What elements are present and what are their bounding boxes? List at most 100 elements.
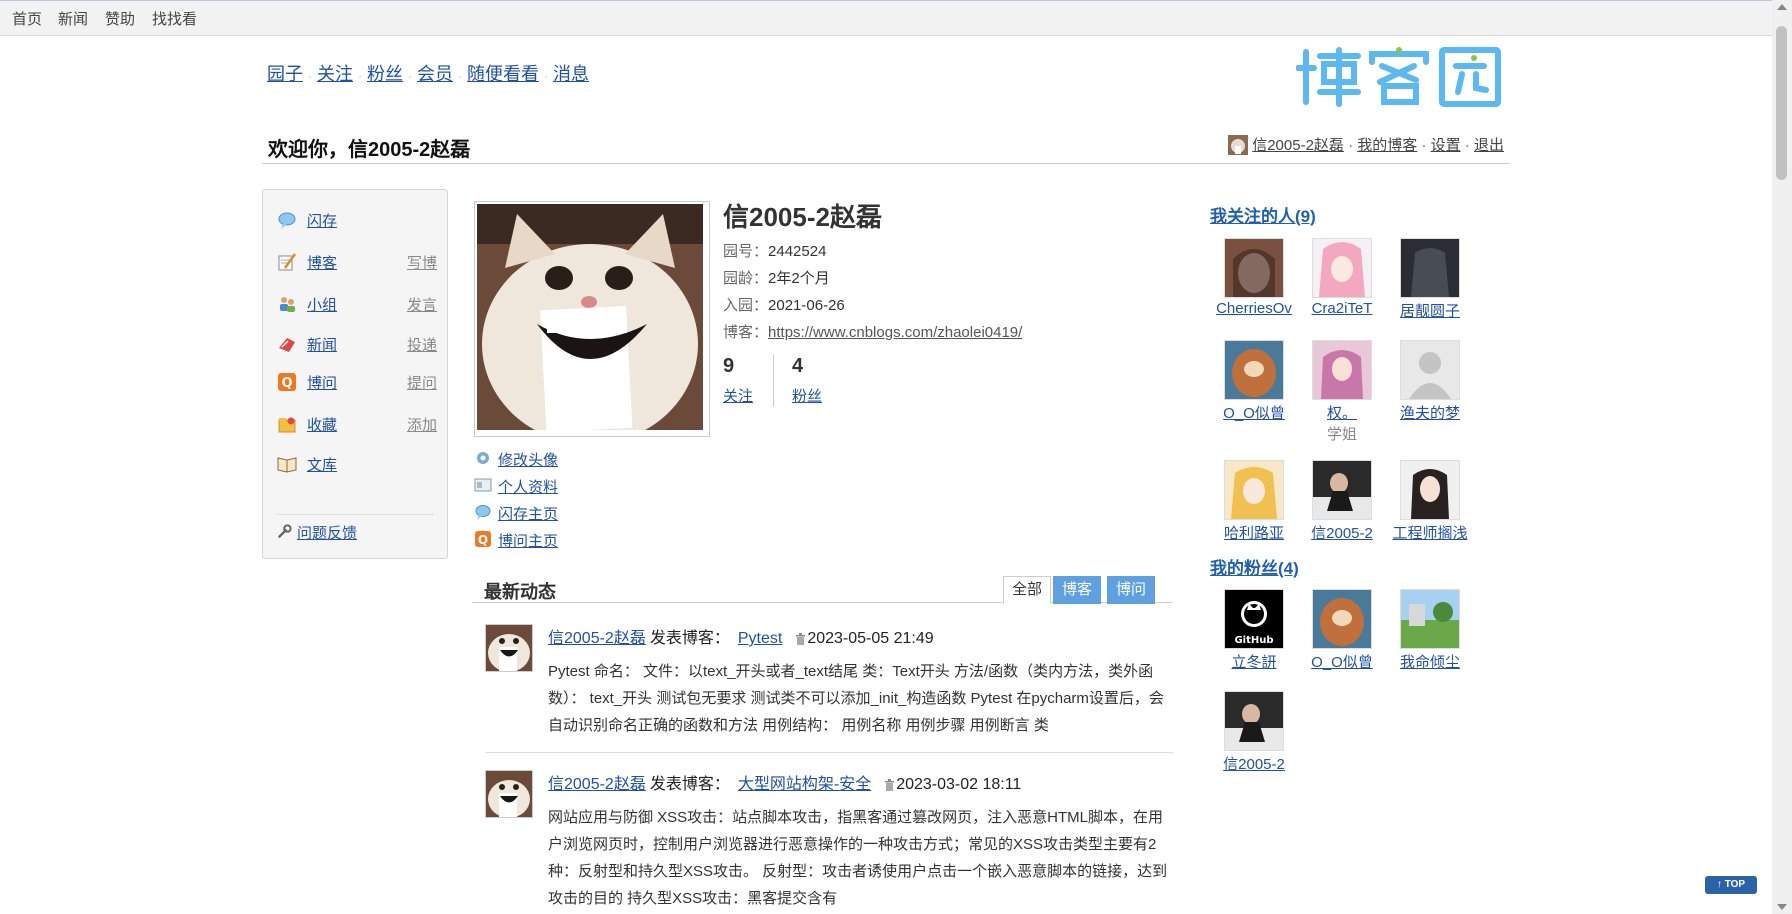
person-name[interactable]: CherriesOv: [1209, 300, 1299, 317]
feed-user-link[interactable]: 信2005-2赵磊: [548, 630, 646, 647]
feed-user-link[interactable]: 信2005-2赵磊: [548, 776, 646, 793]
profile-join-value: 2021-06-26: [768, 297, 845, 314]
feed-header: 最新动态 全部 博客 博问: [472, 576, 1172, 604]
person-name[interactable]: 立冬訮: [1209, 651, 1299, 672]
following-person[interactable]: 信2005-2: [1297, 460, 1387, 543]
followers-link[interactable]: 粉丝: [792, 385, 822, 406]
add-favorite-link[interactable]: 添加: [407, 414, 437, 435]
topbar-link-sponsor[interactable]: 赞助: [105, 8, 135, 29]
nav-link-following[interactable]: 关注: [317, 64, 353, 84]
site-top-bar: 首页 新闻 赞助 找找看: [0, 0, 1772, 36]
person-name[interactable]: O_O似曾: [1209, 402, 1299, 423]
following-link[interactable]: 关注: [723, 385, 753, 406]
person-name[interactable]: 工程师搁浅: [1385, 522, 1475, 543]
feedback-link[interactable]: 问题反馈: [297, 522, 357, 543]
menu-link-ing[interactable]: 闪存: [307, 210, 337, 231]
user-profile-link[interactable]: 信2005-2赵磊: [1252, 137, 1344, 154]
following-section-title[interactable]: 我关注的人(9): [1210, 202, 1316, 227]
feed-user-avatar[interactable]: [485, 770, 533, 818]
ing-home-link[interactable]: 闪存主页: [498, 503, 558, 524]
menu-item-group[interactable]: 小组 发言: [277, 292, 437, 316]
feed-post-link[interactable]: 大型网站构架-安全: [738, 776, 871, 793]
back-to-top-button[interactable]: ↑ TOP: [1705, 876, 1757, 894]
ask-question-link[interactable]: 提问: [407, 372, 437, 393]
tab-q[interactable]: 博问: [1107, 576, 1156, 604]
topbar-link-news[interactable]: 新闻: [58, 8, 88, 29]
following-person[interactable]: CherriesOv: [1209, 238, 1299, 317]
tab-all[interactable]: 全部: [1003, 576, 1052, 604]
menu-link-library[interactable]: 文库: [307, 454, 337, 475]
edit-avatar-link[interactable]: 修改头像: [498, 449, 558, 470]
follower-person[interactable]: GitHub 立冬訮: [1209, 589, 1299, 672]
menu-link-blog[interactable]: 博客: [307, 252, 337, 273]
feed-user-avatar[interactable]: [485, 624, 533, 672]
following-person[interactable]: O_O似曾: [1209, 340, 1299, 423]
svg-text:Q: Q: [281, 376, 292, 391]
feed-post-link[interactable]: Pytest: [738, 630, 782, 647]
write-blog-link[interactable]: 写博: [407, 252, 437, 273]
following-person[interactable]: 渔夫的梦: [1385, 340, 1475, 423]
follower-person[interactable]: 信2005-2: [1209, 691, 1299, 774]
topbar-link-home[interactable]: 首页: [12, 8, 42, 29]
person-name[interactable]: 信2005-2: [1209, 753, 1299, 774]
person-name[interactable]: 哈利路亚: [1209, 522, 1299, 543]
menu-item-ing[interactable]: 闪存: [277, 208, 437, 232]
menu-item-feedback[interactable]: 问题反馈: [277, 520, 437, 544]
page-scrollbar[interactable]: [1772, 0, 1792, 914]
post-group-link[interactable]: 发言: [407, 294, 437, 315]
following-person[interactable]: 权。 学姐: [1297, 340, 1387, 444]
menu-item-news[interactable]: 新闻 投递: [277, 332, 437, 356]
following-person[interactable]: 居靓圆子: [1385, 238, 1475, 321]
topbar-link-search[interactable]: 找找看: [152, 8, 197, 29]
follower-person[interactable]: 我命倾尘: [1385, 589, 1475, 672]
trash-icon[interactable]: [794, 632, 807, 645]
menu-link-favorites[interactable]: 收藏: [307, 414, 337, 435]
following-stat[interactable]: 9 关注: [723, 355, 753, 405]
following-person[interactable]: 哈利路亚: [1209, 460, 1299, 543]
person-avatar: [1312, 238, 1372, 298]
nav-link-home[interactable]: 园子: [267, 64, 303, 84]
person-subtitle: 学姐: [1326, 426, 1357, 443]
person-name[interactable]: 居靓圆子: [1385, 300, 1475, 321]
menu-link-q[interactable]: 博问: [307, 372, 337, 393]
person-avatar: [1224, 691, 1284, 751]
trash-icon[interactable]: [883, 778, 896, 791]
following-person[interactable]: 工程师搁浅: [1385, 460, 1475, 543]
nav-link-browse[interactable]: 随便看看: [467, 64, 539, 84]
q-home-link[interactable]: 博问主页: [498, 530, 558, 551]
profile-info-link[interactable]: 个人资料: [498, 476, 558, 497]
menu-link-news[interactable]: 新闻: [307, 334, 337, 355]
following-person[interactable]: Cra2iTeT: [1297, 238, 1387, 317]
scrollbar-thumb[interactable]: [1776, 26, 1787, 180]
menu-link-group[interactable]: 小组: [307, 294, 337, 315]
profile-blog-url[interactable]: https://www.cnblogs.com/zhaolei0419/: [768, 324, 1022, 341]
welcome-bar: 欢迎你，信2005-2赵磊 信2005-2赵磊 · 我的博客 · 设置 · 退出: [262, 128, 1510, 164]
scroll-down-arrow-icon[interactable]: [1777, 904, 1787, 910]
followers-stat[interactable]: 4 粉丝: [792, 355, 822, 405]
followers-section-title[interactable]: 我的粉丝(4): [1210, 554, 1299, 579]
menu-item-library[interactable]: 文库: [277, 452, 437, 476]
person-name[interactable]: 我命倾尘: [1385, 651, 1475, 672]
settings-link[interactable]: 设置: [1431, 137, 1461, 154]
menu-item-favorites[interactable]: 收藏 添加: [277, 412, 437, 436]
scroll-up-arrow-icon[interactable]: [1777, 4, 1787, 10]
person-name[interactable]: 权。: [1297, 402, 1387, 423]
cnblogs-logo[interactable]: [1295, 44, 1506, 113]
person-name[interactable]: O_O似曾: [1297, 651, 1387, 672]
menu-item-q[interactable]: Q 博问 提问: [277, 370, 437, 394]
nav-link-messages[interactable]: 消息: [553, 64, 589, 84]
nav-link-vip[interactable]: 会员: [417, 64, 453, 84]
person-avatar: [1400, 460, 1460, 520]
tab-blog[interactable]: 博客: [1053, 576, 1102, 604]
person-name[interactable]: Cra2iTeT: [1297, 300, 1387, 317]
person-name[interactable]: 渔夫的梦: [1385, 402, 1475, 423]
follower-person[interactable]: O_O似曾: [1297, 589, 1387, 672]
person-avatar: [1224, 340, 1284, 400]
menu-item-blog[interactable]: 博客 写博: [277, 250, 437, 274]
logout-link[interactable]: 退出: [1474, 137, 1504, 154]
profile-name: 信2005-2赵磊: [723, 202, 882, 232]
my-blog-link[interactable]: 我的博客: [1357, 137, 1417, 154]
person-name[interactable]: 信2005-2: [1297, 522, 1387, 543]
submit-news-link[interactable]: 投递: [407, 334, 437, 355]
nav-link-followers[interactable]: 粉丝: [367, 64, 403, 84]
